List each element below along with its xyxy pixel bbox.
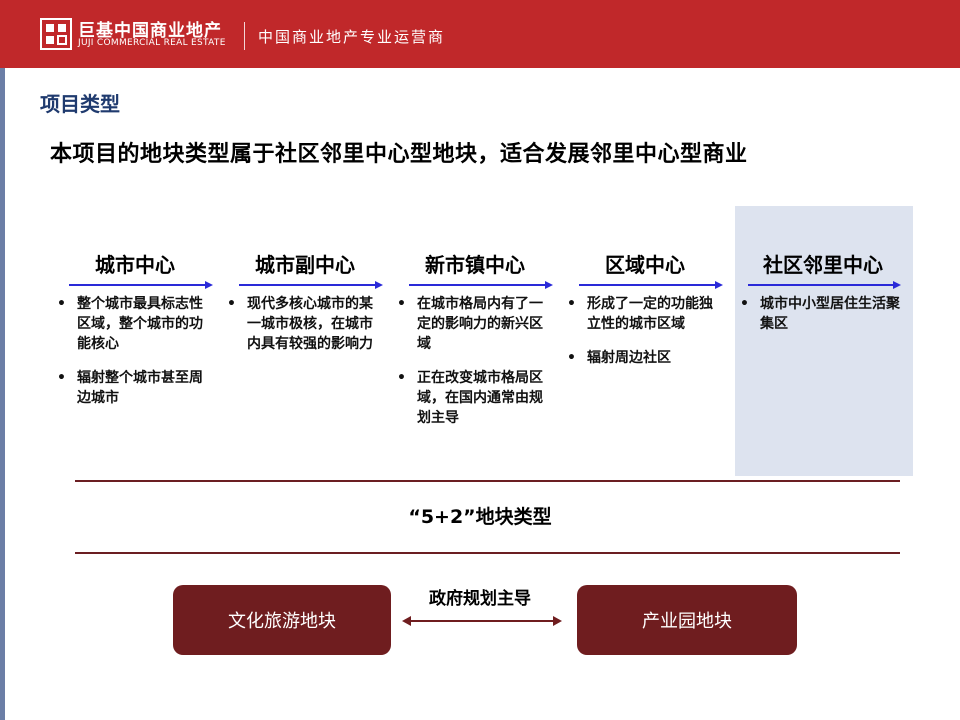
list-item: • 辐射整个城市甚至周边城市 (57, 370, 203, 406)
column-sub-center: 城市副中心 • 现代多核心城市的某一城市极核，在城市内具有较强的影响力 (225, 250, 385, 368)
arrow-icon (738, 280, 908, 290)
column-community-center: 社区邻里中心 • 城市中小型居住生活聚集区 (738, 250, 908, 348)
list-item: • 在城市格局内有了一定的影响力的新兴区域 (397, 296, 543, 352)
list-item: • 城市中小型居住生活聚集区 (740, 296, 900, 332)
arrow-icon (395, 280, 555, 290)
divider-bottom (75, 552, 900, 554)
plot-type-label: “5+2”地块类型 (408, 506, 552, 528)
divider-top (75, 480, 900, 482)
column-title: 区域中心 (605, 253, 685, 277)
column-new-town: 新市镇中心 • 在城市格局内有了一定的影响力的新兴区域 • 正在改变城市格局区域，在… (395, 250, 555, 442)
block-culture-tourism: 文化旅游地块 (173, 585, 391, 655)
arrow-icon (225, 280, 385, 290)
header-bar: 巨基中国商业地产 JUJI COMMERCIAL REAL ESTATE 中国商… (0, 0, 960, 68)
column-city-center: 城市中心 • 整个城市最具标志性区域，整个城市的功能核心 • 辐射整个城市甚至周边城… (55, 250, 215, 422)
logo-divider (244, 22, 245, 50)
block-industrial-park: 产业园地块 (577, 585, 797, 655)
list-item: • 现代多核心城市的某一城市极核，在城市内具有较强的影响力 (227, 296, 373, 352)
logo-icon (40, 18, 72, 50)
double-arrow-icon (402, 616, 562, 626)
list-item: • 形成了一定的功能独立性的城市区域 (567, 296, 713, 332)
list-item: • 正在改变城市格局区域，在国内通常由规划主导 (397, 370, 543, 426)
section-title: 项目类型 (40, 92, 120, 116)
logo-text-en: JUJI COMMERCIAL REAL ESTATE (78, 38, 226, 48)
list-item: • 整个城市最具标志性区域，整个城市的功能核心 (57, 296, 203, 352)
column-title: 城市中心 (95, 253, 175, 277)
header-tagline: 中国商业地产专业运营商 (258, 28, 446, 46)
column-title: 社区邻里中心 (763, 253, 883, 277)
column-regional-center: 区域中心 • 形成了一定的功能独立性的城市区域 • 辐射周边社区 (565, 250, 725, 382)
column-title: 城市副中心 (255, 253, 355, 277)
gov-planning-label: 政府规划主导 (429, 589, 531, 609)
list-item: • 辐射周边社区 (567, 350, 671, 366)
arrow-icon (565, 280, 725, 290)
headline: 本项目的地块类型属于社区邻里中心型地块，适合发展邻里中心型商业 (50, 142, 748, 167)
column-title: 新市镇中心 (425, 253, 525, 277)
arrow-icon (55, 280, 215, 290)
left-edge-rule (0, 68, 5, 720)
